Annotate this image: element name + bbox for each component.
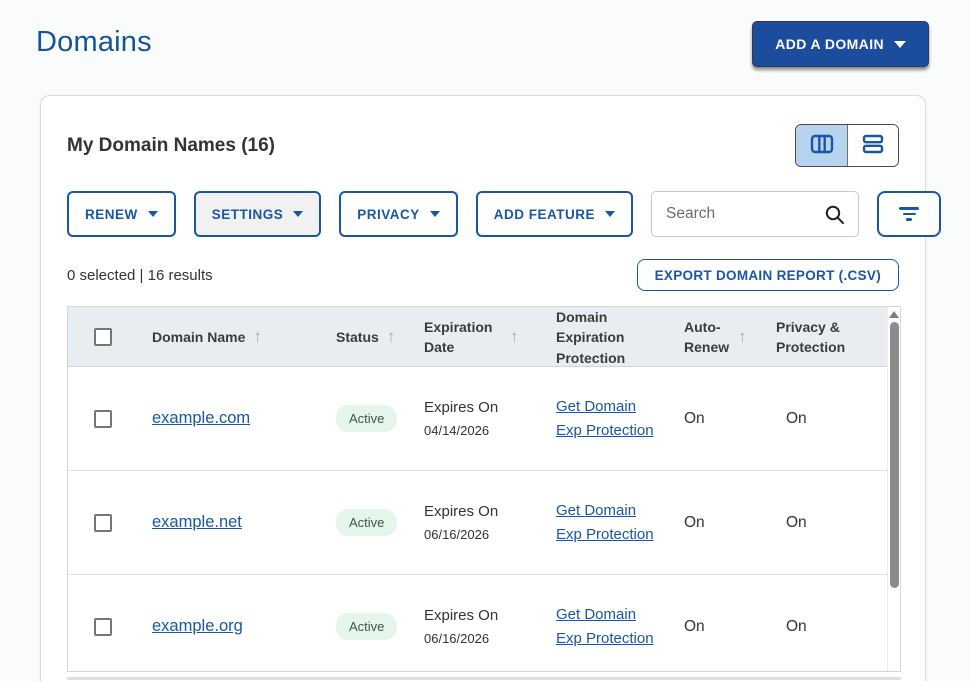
filter-button[interactable] <box>877 191 941 237</box>
header-cell-domain-expiration-protection: Domain Expiration Protection <box>542 307 670 368</box>
toolbar: RENEW SETTINGS PRIVACY ADD FEATURE <box>67 191 899 237</box>
list-view-icon <box>862 134 884 157</box>
header-cell-auto-renew[interactable]: Auto-Renew ↑ <box>670 317 762 358</box>
horizontal-scrollbar[interactable] <box>67 677 901 680</box>
expiration-date: 04/14/2026 <box>424 423 532 438</box>
filter-icon <box>899 207 919 221</box>
privacy-protection-value: On <box>786 514 807 531</box>
domain-link[interactable]: example.org <box>152 617 243 635</box>
column-label: Domain Name <box>152 327 245 347</box>
header-cell-privacy-protection: Privacy & Protection <box>762 317 888 358</box>
row-checkbox[interactable] <box>94 410 112 428</box>
selection-summary: 0 selected | 16 results <box>67 267 213 284</box>
sort-ascending-icon[interactable]: ↑ <box>738 325 747 350</box>
column-view-button[interactable] <box>796 125 847 166</box>
row-checkbox[interactable] <box>94 514 112 532</box>
settings-button[interactable]: SETTINGS <box>194 191 322 237</box>
column-label: Expiration Date <box>424 317 502 358</box>
expiration-date: 06/16/2026 <box>424 631 532 646</box>
my-domains-card: My Domain Names (16) <box>40 95 926 681</box>
caret-down-icon <box>894 41 906 48</box>
expiration-cell: Expires On 06/16/2026 <box>410 503 542 542</box>
header-cell-status[interactable]: Status ↑ <box>322 325 410 350</box>
select-all-checkbox[interactable] <box>94 328 112 346</box>
page-title: Domains <box>36 26 152 59</box>
auto-renew-value: On <box>684 410 705 427</box>
header-cell-checkbox <box>68 328 138 346</box>
caret-down-icon <box>430 211 440 217</box>
privacy-button[interactable]: PRIVACY <box>339 191 458 237</box>
expires-on-label: Expires On <box>424 399 532 416</box>
expires-on-label: Expires On <box>424 607 532 624</box>
card-header: My Domain Names (16) <box>67 124 899 167</box>
renew-button[interactable]: RENEW <box>67 191 176 237</box>
list-view-button[interactable] <box>847 125 898 166</box>
table-row: example.org Active Expires On 06/16/2026… <box>68 575 888 672</box>
domains-table-grid: Domain Name ↑ Status ↑ Expiration Date ↑… <box>68 307 888 672</box>
get-domain-exp-protection-link[interactable]: Get Domain Exp Protection <box>556 603 656 651</box>
caret-down-icon <box>293 211 303 217</box>
scroll-up-arrow-icon[interactable] <box>889 311 899 318</box>
column-view-icon <box>810 134 834 157</box>
view-toggle <box>795 124 899 167</box>
domain-link[interactable]: example.net <box>152 513 242 531</box>
renew-label: RENEW <box>85 207 138 222</box>
sort-ascending-icon[interactable]: ↑ <box>387 325 396 350</box>
table-row: example.net Active Expires On 06/16/2026… <box>68 471 888 575</box>
get-domain-exp-protection-link[interactable]: Get Domain Exp Protection <box>556 395 656 443</box>
column-label: Auto-Renew <box>684 317 730 358</box>
settings-label: SETTINGS <box>212 207 284 222</box>
export-domain-report-button[interactable]: EXPORT DOMAIN REPORT (.CSV) <box>637 259 899 291</box>
auto-renew-value: On <box>684 618 705 635</box>
expires-on-label: Expires On <box>424 503 532 520</box>
row-checkbox[interactable] <box>94 618 112 636</box>
status-badge: Active <box>336 509 397 536</box>
column-label: Privacy & Protection <box>776 317 862 358</box>
row-cell-checkbox <box>68 514 138 532</box>
search-icon <box>824 204 846 231</box>
privacy-protection-value: On <box>786 410 807 427</box>
privacy-label: PRIVACY <box>357 207 420 222</box>
caret-down-icon <box>148 211 158 217</box>
expiration-date: 06/16/2026 <box>424 527 532 542</box>
vertical-scrollbar[interactable] <box>887 307 900 671</box>
column-label: Status <box>336 327 379 347</box>
caret-down-icon <box>605 211 615 217</box>
header-cell-expiration-date[interactable]: Expiration Date ↑ <box>410 317 542 358</box>
scrollbar-thumb[interactable] <box>890 322 899 588</box>
row-cell-checkbox <box>68 410 138 428</box>
add-feature-label: ADD FEATURE <box>494 207 595 222</box>
sort-ascending-icon[interactable]: ↑ <box>510 325 519 350</box>
card-title: My Domain Names (16) <box>67 135 275 157</box>
header-cell-domain-name[interactable]: Domain Name ↑ <box>138 325 322 350</box>
summary-row: 0 selected | 16 results EXPORT DOMAIN RE… <box>67 259 899 291</box>
auto-renew-value: On <box>684 514 705 531</box>
add-feature-button[interactable]: ADD FEATURE <box>476 191 633 237</box>
add-a-domain-label: ADD A DOMAIN <box>775 36 884 52</box>
domain-link[interactable]: example.com <box>152 409 250 427</box>
search-field-wrap <box>651 191 859 237</box>
add-a-domain-button[interactable]: ADD A DOMAIN <box>752 21 929 67</box>
expiration-cell: Expires On 04/14/2026 <box>410 399 542 438</box>
domains-table: Domain Name ↑ Status ↑ Expiration Date ↑… <box>67 306 901 672</box>
table-row: example.com Active Expires On 04/14/2026… <box>68 367 888 471</box>
status-badge: Active <box>336 613 397 640</box>
column-label: Domain Expiration Protection <box>556 307 642 368</box>
row-cell-checkbox <box>68 618 138 636</box>
get-domain-exp-protection-link[interactable]: Get Domain Exp Protection <box>556 499 656 547</box>
table-header-row: Domain Name ↑ Status ↑ Expiration Date ↑… <box>68 307 888 367</box>
status-badge: Active <box>336 405 397 432</box>
sort-ascending-icon[interactable]: ↑ <box>253 325 262 350</box>
privacy-protection-value: On <box>786 618 807 635</box>
expiration-cell: Expires On 06/16/2026 <box>410 607 542 646</box>
